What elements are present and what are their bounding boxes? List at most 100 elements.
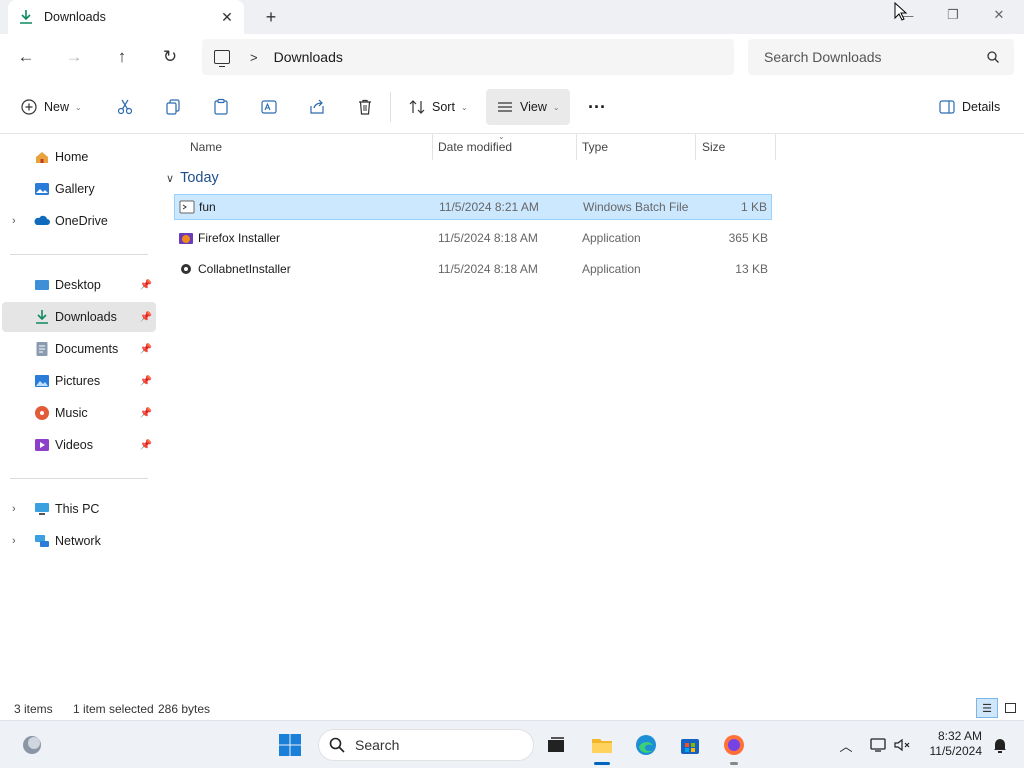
store-taskbar-button[interactable] <box>674 729 706 761</box>
sort-button[interactable]: Sort ⌄ <box>408 94 468 120</box>
cut-button[interactable] <box>116 94 134 120</box>
sort-icon <box>409 100 425 114</box>
new-button[interactable]: New ⌄ <box>20 94 82 120</box>
download-icon <box>20 10 32 24</box>
sidebar-item-desktop[interactable]: Desktop 📌 <box>2 270 156 300</box>
tiles-view-toggle[interactable] <box>1000 698 1020 718</box>
sidebar-item-downloads[interactable]: Downloads 📌 <box>2 302 156 332</box>
taskbar-search[interactable]: Search <box>318 729 534 761</box>
rename-icon <box>261 100 277 114</box>
column-header-type[interactable]: Type <box>582 140 608 154</box>
refresh-button[interactable]: ↻ <box>154 42 186 72</box>
table-row[interactable]: fun 11/5/2024 8:21 AM Windows Batch File… <box>174 194 772 220</box>
show-hidden-icons-button[interactable]: ︿ <box>830 729 862 761</box>
sidebar-item-home[interactable]: Home <box>2 142 156 172</box>
copy-icon <box>166 99 180 115</box>
expand-chevron-icon[interactable]: › <box>12 503 16 515</box>
column-header-date[interactable]: Date modified <box>438 140 512 154</box>
edge-taskbar-button[interactable] <box>630 729 662 761</box>
start-button[interactable] <box>274 729 306 761</box>
more-icon: ··· <box>588 96 606 117</box>
sidebar-item-pictures[interactable]: Pictures 📌 <box>2 366 156 396</box>
share-icon <box>310 99 324 114</box>
firefox-icon <box>724 735 744 755</box>
search-placeholder: Search Downloads <box>764 49 882 65</box>
breadcrumb-downloads[interactable]: Downloads <box>274 49 343 65</box>
sidebar-item-this-pc[interactable]: › This PC <box>2 494 156 524</box>
more-options-button[interactable]: ··· <box>588 94 606 120</box>
group-header-today[interactable]: ∨ Today <box>166 170 219 186</box>
collabnet-installer-icon <box>181 264 191 274</box>
expand-chevron-icon[interactable]: › <box>12 535 16 547</box>
view-button[interactable]: View ⌄ <box>486 89 570 125</box>
firefox-taskbar-button[interactable] <box>718 729 750 765</box>
notifications-button[interactable] <box>984 729 1016 761</box>
taskbar-search-label: Search <box>355 737 400 753</box>
volume-button[interactable] <box>886 729 918 761</box>
sidebar-item-documents[interactable]: Documents 📌 <box>2 334 156 364</box>
selection-size: 286 bytes <box>158 702 211 716</box>
share-button[interactable] <box>308 94 326 120</box>
forward-button[interactable]: → <box>58 42 90 72</box>
expand-chevron-icon[interactable]: › <box>12 215 16 227</box>
maximize-button[interactable]: ❐ <box>930 0 976 30</box>
network-status-icon <box>870 738 886 752</box>
tab-downloads[interactable]: Downloads ✕ <box>8 0 244 34</box>
clock[interactable]: 8:32 AM 11/5/2024 <box>930 729 983 759</box>
search-input[interactable]: Search Downloads <box>748 39 1014 75</box>
new-label: New <box>44 100 70 114</box>
clock-date: 11/5/2024 <box>929 744 983 758</box>
chevron-up-icon: ︿ <box>839 738 853 754</box>
pin-icon: 📌 <box>139 375 152 387</box>
file-explorer-taskbar-button[interactable] <box>586 729 618 765</box>
volume-muted-icon <box>894 738 910 752</box>
edge-icon <box>636 735 656 755</box>
paste-button[interactable] <box>212 94 230 120</box>
up-button[interactable]: ↑ <box>106 42 138 72</box>
sidebar-divider <box>10 254 148 255</box>
up-arrow-icon: ↑ <box>117 47 127 66</box>
sidebar-item-onedrive[interactable]: › OneDrive <box>2 206 156 236</box>
item-count: 3 items <box>14 702 53 716</box>
column-divider[interactable] <box>576 134 577 160</box>
group-label: Today <box>180 170 219 186</box>
column-divider[interactable] <box>432 134 433 160</box>
scissors-icon <box>117 99 133 115</box>
column-divider[interactable] <box>775 134 776 160</box>
close-tab-icon[interactable]: ✕ <box>218 8 236 26</box>
breadcrumb-separator-icon: > <box>250 49 258 65</box>
column-divider[interactable] <box>695 134 696 160</box>
table-row[interactable]: CollabnetInstaller 11/5/2024 8:18 AM App… <box>174 256 772 282</box>
file-explorer-icon <box>592 739 612 753</box>
chevron-down-icon: ⌄ <box>552 102 560 112</box>
back-button[interactable]: ← <box>10 42 42 72</box>
collapse-chevron-icon: ∨ <box>166 172 175 185</box>
delete-button[interactable] <box>356 94 374 120</box>
copy-button[interactable] <box>164 94 182 120</box>
new-tab-button[interactable]: + <box>260 6 282 28</box>
view-list-icon <box>498 102 512 112</box>
task-view-button[interactable] <box>540 729 572 761</box>
details-pane-button[interactable]: Details <box>938 94 1000 120</box>
sidebar-item-gallery[interactable]: Gallery <box>2 174 156 204</box>
details-view-toggle[interactable]: ☰ <box>976 698 998 718</box>
navigation-pane: Home Gallery › OneDrive Desktop 📌 Downlo… <box>0 134 158 694</box>
column-header-size[interactable]: Size <box>702 140 725 154</box>
running-indicator <box>730 762 738 765</box>
sidebar-item-videos[interactable]: Videos 📌 <box>2 430 156 460</box>
gallery-icon <box>35 183 49 195</box>
sidebar-item-music[interactable]: Music 📌 <box>2 398 156 428</box>
rename-button[interactable] <box>260 94 278 120</box>
taskbar: Search ︿ 8:32 AM 11/5/2024 <box>0 720 1024 768</box>
command-divider <box>390 92 391 122</box>
close-window-button[interactable]: ✕ <box>976 0 1022 30</box>
desktop-icon <box>35 280 49 290</box>
sort-indicator-icon: ⌄ <box>498 132 505 141</box>
widgets-button[interactable] <box>16 729 48 761</box>
table-row[interactable]: Firefox Installer 11/5/2024 8:18 AM Appl… <box>174 225 772 251</box>
address-bar[interactable]: > Downloads <box>202 39 734 75</box>
music-icon <box>35 406 49 420</box>
pin-icon: 📌 <box>139 279 152 291</box>
column-header-name[interactable]: Name <box>190 140 222 154</box>
sidebar-item-network[interactable]: › Network <box>2 526 156 556</box>
